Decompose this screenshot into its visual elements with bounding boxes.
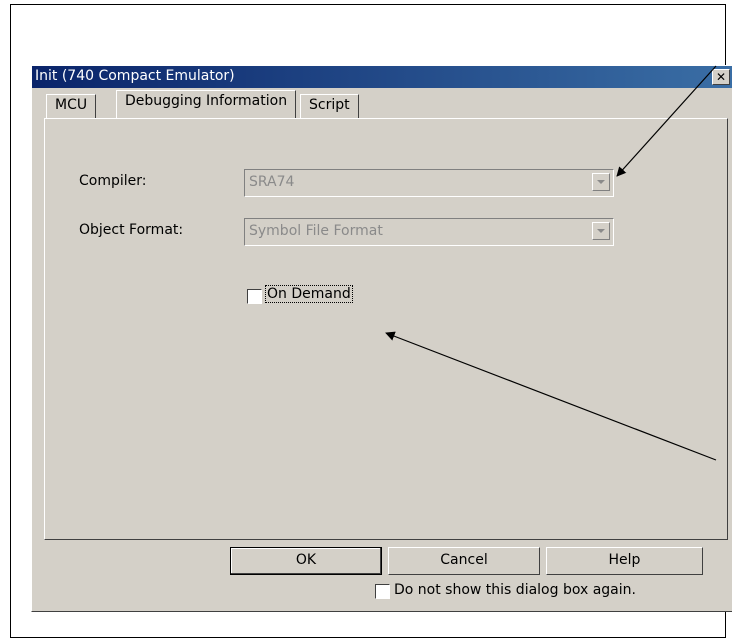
object-format-label: Object Format: xyxy=(79,222,184,238)
dont-show-checkbox[interactable] xyxy=(375,584,390,599)
init-dialog: Init (740 Compact Emulator) ✕ MCU Debugg… xyxy=(31,65,732,612)
dont-show-label[interactable]: Do not show this dialog box again. xyxy=(394,582,636,598)
help-button-label: Help xyxy=(608,552,641,568)
chevron-down-icon[interactable] xyxy=(592,222,610,240)
help-button[interactable]: Help xyxy=(546,547,703,575)
on-demand-checkbox[interactable] xyxy=(247,289,262,304)
tab-script[interactable]: Script xyxy=(300,94,359,118)
compiler-value: SRA74 xyxy=(249,174,295,190)
tab-label: Script xyxy=(309,97,350,113)
cancel-button-label: Cancel xyxy=(440,552,488,568)
compiler-select[interactable]: SRA74 xyxy=(244,169,614,197)
close-icon: ✕ xyxy=(715,70,727,84)
tab-label: Debugging Information xyxy=(125,93,288,109)
ok-button-label: OK xyxy=(295,552,317,568)
tab-label: MCU xyxy=(55,97,88,113)
cancel-button[interactable]: Cancel xyxy=(388,547,540,575)
on-demand-label[interactable]: On Demand xyxy=(265,285,353,303)
tab-debugging-information[interactable]: Debugging Information xyxy=(116,90,297,118)
object-format-select[interactable]: Symbol File Format xyxy=(244,218,614,246)
compiler-label: Compiler: xyxy=(79,173,147,189)
ok-button[interactable]: OK xyxy=(230,547,382,575)
debugging-information-panel: Compiler: SRA74 Object Format: Symbol Fi… xyxy=(44,118,728,540)
close-button[interactable]: ✕ xyxy=(712,69,730,85)
chevron-down-icon[interactable] xyxy=(592,173,610,191)
object-format-value: Symbol File Format xyxy=(249,223,383,239)
title-bar[interactable]: Init (740 Compact Emulator) ✕ xyxy=(32,66,732,88)
dialog-title: Init (740 Compact Emulator) xyxy=(35,68,235,84)
tab-mcu[interactable]: MCU xyxy=(46,94,97,118)
